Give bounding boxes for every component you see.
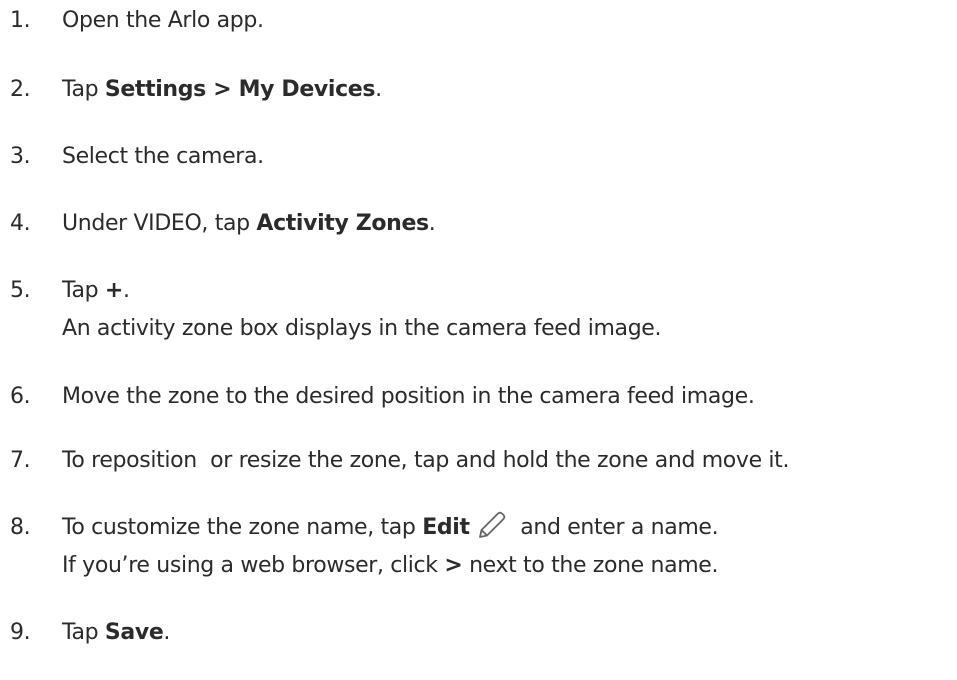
step-number: 6. bbox=[10, 384, 31, 409]
settings-label: Settings bbox=[104, 77, 206, 102]
step-text: Tap +. bbox=[62, 278, 130, 303]
step-number: 4. bbox=[10, 211, 31, 236]
step-number: 2. bbox=[10, 77, 31, 102]
step-text: Select the camera. bbox=[62, 144, 264, 169]
step-number: 1. bbox=[10, 8, 31, 33]
step-text: To customize the zone name, tap Edit and… bbox=[62, 509, 719, 547]
step-text: Open the Arlo app. bbox=[62, 8, 264, 33]
chevron-label: > bbox=[444, 553, 463, 578]
step-text: To reposition or resize the zone, tap an… bbox=[62, 448, 790, 473]
step-number: 3. bbox=[10, 144, 31, 169]
plus-label: + bbox=[104, 278, 123, 303]
step-number: 9. bbox=[10, 620, 31, 645]
activity-zones-label: Activity Zones bbox=[256, 211, 429, 236]
step-detail-text: If you’re using a web browser, click > n… bbox=[62, 553, 719, 578]
step-text: Tap Save. bbox=[62, 620, 171, 645]
instruction-list: 1. Open the Arlo app. 2. Tap Settings > … bbox=[0, 0, 957, 680]
edit-label: Edit bbox=[422, 515, 470, 540]
step-number: 5. bbox=[10, 278, 31, 303]
step-text: Tap Settings > My Devices. bbox=[62, 77, 382, 102]
step-detail-text: An activity zone box displays in the cam… bbox=[62, 316, 662, 341]
step-text: Move the zone to the desired position in… bbox=[62, 384, 755, 409]
save-label: Save bbox=[104, 620, 164, 645]
my-devices-label: My Devices bbox=[238, 77, 376, 102]
pencil-icon bbox=[476, 509, 508, 541]
step-number: 8. bbox=[10, 515, 31, 540]
step-text: Under VIDEO, tap Activity Zones. bbox=[62, 211, 436, 236]
step-number: 7. bbox=[10, 448, 31, 473]
